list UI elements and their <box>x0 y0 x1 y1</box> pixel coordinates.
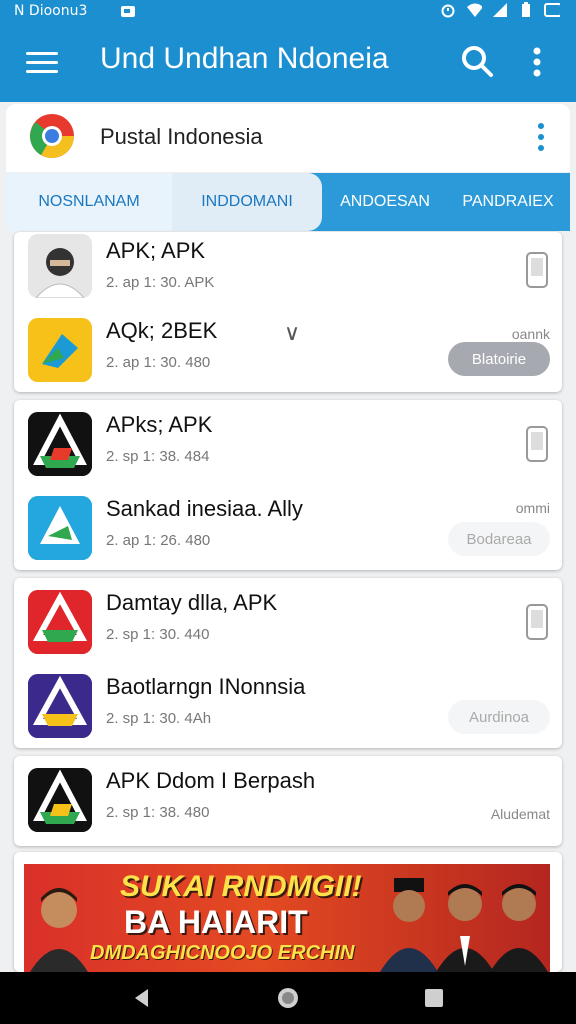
apk-logo-icon <box>28 768 92 832</box>
app-meta: 2. sp 1: 30. 4Ah <box>106 710 212 727</box>
sub-header-title: Pustal Indonesia <box>100 124 263 149</box>
battery-icon <box>518 2 534 18</box>
screenshot-icon <box>544 2 560 18</box>
person-image <box>380 876 438 972</box>
app-logo-icon <box>28 318 92 382</box>
person-image <box>490 876 548 972</box>
status-bar: N Dioonu3 <box>0 0 576 24</box>
app-name: AQk; 2BEK <box>106 318 218 343</box>
alarm-icon <box>440 2 456 18</box>
app-meta: 2. ap 1: 26. 480 <box>106 532 211 549</box>
banner-headline: SUKAI RNDMGII! <box>120 870 362 903</box>
person-image <box>436 876 494 972</box>
banner-tagline: DMDAGHICNOOJO ERCHIN <box>90 942 355 964</box>
app-card: APK; APK 2. ap 1: 30. APK AQk; 2BEK ∨ 2.… <box>14 232 562 392</box>
tab-3[interactable]: ANDOESAN <box>324 173 446 231</box>
chrome-logo-icon <box>28 112 76 160</box>
wifi-icon <box>466 2 482 18</box>
app-meta: 2. ap 1: 30. 480 <box>106 354 211 371</box>
recents-icon[interactable] <box>422 986 446 1010</box>
tab-bar: NOSNLANAM INDDOMANI ANDOESAN PANDRAIEX <box>6 173 570 231</box>
person-image <box>30 876 88 972</box>
list-item[interactable]: APks; APK 2. sp 1: 38. 484 <box>14 406 562 490</box>
notification-icon <box>120 4 136 20</box>
app-name: Sankad inesiaa. Ally <box>106 496 303 521</box>
side-label: Aludemat <box>490 806 550 822</box>
signal-icon <box>492 2 508 18</box>
app-card: Damtay dlla, APK 2. sp 1: 30. 440 Baotla… <box>14 578 562 748</box>
phone-icon[interactable] <box>526 604 548 640</box>
menu-icon[interactable] <box>26 52 58 74</box>
list-item[interactable]: APK Ddom I Berpash 2. sp 1: 38. 480 Alud… <box>14 762 562 846</box>
status-carrier: N Dioonu3 <box>14 3 88 19</box>
app-logo-icon <box>28 496 92 560</box>
app-meta: 2. sp 1: 38. 480 <box>106 804 210 821</box>
promo-banner[interactable]: SUKAI RNDMGII! BA HAIARIT DMDAGHICNOOJO … <box>14 852 562 972</box>
avatar-icon <box>28 234 92 298</box>
side-label: ommi <box>515 500 550 516</box>
side-label: oannk <box>511 326 550 342</box>
action-pill-button[interactable]: Aurdinoa <box>448 700 550 734</box>
app-bar: Und Undhan Ndoneia <box>0 24 576 102</box>
banner-image: SUKAI RNDMGII! BA HAIARIT DMDAGHICNOOJO … <box>24 864 550 972</box>
app-name: Damtay dlla, APK <box>106 590 278 615</box>
app-meta: 2. sp 1: 38. 484 <box>106 448 210 465</box>
app-card: APK Ddom I Berpash 2. sp 1: 38. 480 Alud… <box>14 756 562 846</box>
list-item[interactable]: Sankad inesiaa. Ally 2. ap 1: 26. 480 om… <box>14 490 562 574</box>
tab-4[interactable]: PANDRAIEX <box>446 173 570 231</box>
system-nav-bar <box>0 972 576 1024</box>
list-item[interactable]: AQk; 2BEK ∨ 2. ap 1: 30. 480 oannk Blato… <box>14 312 562 396</box>
app-title: Und Undhan Ndoneia <box>100 42 389 75</box>
app-card: APks; APK 2. sp 1: 38. 484 Sankad inesia… <box>14 400 562 570</box>
tab-2[interactable]: INDDOMANI <box>172 173 322 231</box>
more-options-icon[interactable] <box>530 46 544 78</box>
tab-1[interactable]: NOSNLANAM <box>6 173 172 231</box>
sub-more-options-icon[interactable] <box>536 122 546 152</box>
action-pill-button[interactable]: Blatoirie <box>448 342 550 376</box>
apk-logo-icon <box>28 412 92 476</box>
list-item[interactable]: Damtay dlla, APK 2. sp 1: 30. 440 <box>14 584 562 668</box>
apk-logo-icon <box>28 590 92 654</box>
sub-header: Pustal Indonesia <box>6 104 570 172</box>
list-item[interactable]: Baotlarngn INonnsia 2. sp 1: 30. 4Ah Aur… <box>14 668 562 752</box>
app-meta: 2. ap 1: 30. APK <box>106 274 215 291</box>
app-meta: 2. sp 1: 30. 440 <box>106 626 210 643</box>
phone-icon[interactable] <box>526 426 548 462</box>
banner-subheadline: BA HAIARIT <box>124 904 308 940</box>
app-name: APK Ddom I Berpash <box>106 768 316 793</box>
back-icon[interactable] <box>130 986 154 1010</box>
list-item[interactable]: APK; APK 2. ap 1: 30. APK <box>14 232 562 316</box>
apk-logo-icon <box>28 674 92 738</box>
action-pill-button[interactable]: Bodareaa <box>448 522 550 556</box>
app-name: APks; APK <box>106 412 213 437</box>
search-icon[interactable] <box>460 44 494 78</box>
phone-icon[interactable] <box>526 252 548 288</box>
app-name: Baotlarngn INonnsia <box>106 674 306 699</box>
app-name: APK; APK <box>106 238 206 263</box>
chevron-down-icon[interactable]: ∨ <box>284 320 300 346</box>
home-icon[interactable] <box>276 986 300 1010</box>
